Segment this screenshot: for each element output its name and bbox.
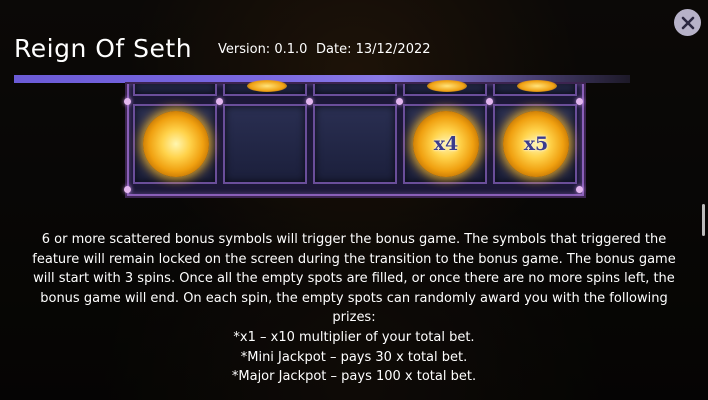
version-label: Version: 0.1.0 bbox=[218, 42, 308, 57]
bonus-coin-symbol bbox=[143, 111, 209, 177]
frame-stud bbox=[486, 98, 493, 105]
reel-grid: x4 x5 bbox=[124, 80, 584, 196]
reel-cell bbox=[133, 104, 217, 184]
reel-cell bbox=[313, 84, 397, 96]
frame-stud bbox=[396, 98, 403, 105]
prize-item: *Major Jackpot – pays 100 x total bet. bbox=[231, 369, 477, 385]
frame-stud bbox=[124, 98, 131, 105]
bonus-rules-text: 6 or more scattered bonus symbols will t… bbox=[20, 230, 688, 387]
close-icon bbox=[681, 16, 694, 29]
reel-cell bbox=[403, 80, 487, 96]
prize-list: *x1 – x10 multiplier of your total bet. … bbox=[20, 328, 688, 387]
reel-cell bbox=[223, 80, 307, 96]
scrollbar-thumb[interactable] bbox=[702, 204, 705, 236]
reel-cell: x4 bbox=[403, 104, 487, 184]
rules-paragraph: 6 or more scattered bonus symbols will t… bbox=[32, 232, 676, 326]
reel-cell bbox=[133, 84, 217, 96]
coin-multiplier-label: x4 bbox=[433, 133, 459, 155]
bonus-coin-symbol: x5 bbox=[503, 111, 569, 177]
coin-glow bbox=[427, 80, 467, 92]
game-title: Reign Of Seth bbox=[14, 34, 193, 63]
frame-stud bbox=[216, 98, 223, 105]
bonus-coin-symbol: x4 bbox=[413, 111, 479, 177]
date-label: Date: 13/12/2022 bbox=[316, 42, 431, 57]
prize-item: *Mini Jackpot – pays 30 x total bet. bbox=[240, 349, 468, 365]
close-button[interactable] bbox=[674, 9, 701, 36]
prize-item: *x1 – x10 multiplier of your total bet. bbox=[233, 329, 475, 345]
frame-stud bbox=[576, 186, 583, 193]
frame-stud bbox=[576, 98, 583, 105]
frame-stud bbox=[124, 186, 131, 193]
reel-cell: x5 bbox=[493, 104, 577, 184]
coin-glow bbox=[517, 80, 557, 92]
coin-multiplier-label: x5 bbox=[523, 133, 549, 155]
frame-stud bbox=[306, 98, 313, 105]
reel-cell-empty bbox=[313, 104, 397, 184]
reel-cell bbox=[493, 80, 577, 96]
coin-glow bbox=[247, 80, 287, 92]
reel-cell-empty bbox=[223, 104, 307, 184]
